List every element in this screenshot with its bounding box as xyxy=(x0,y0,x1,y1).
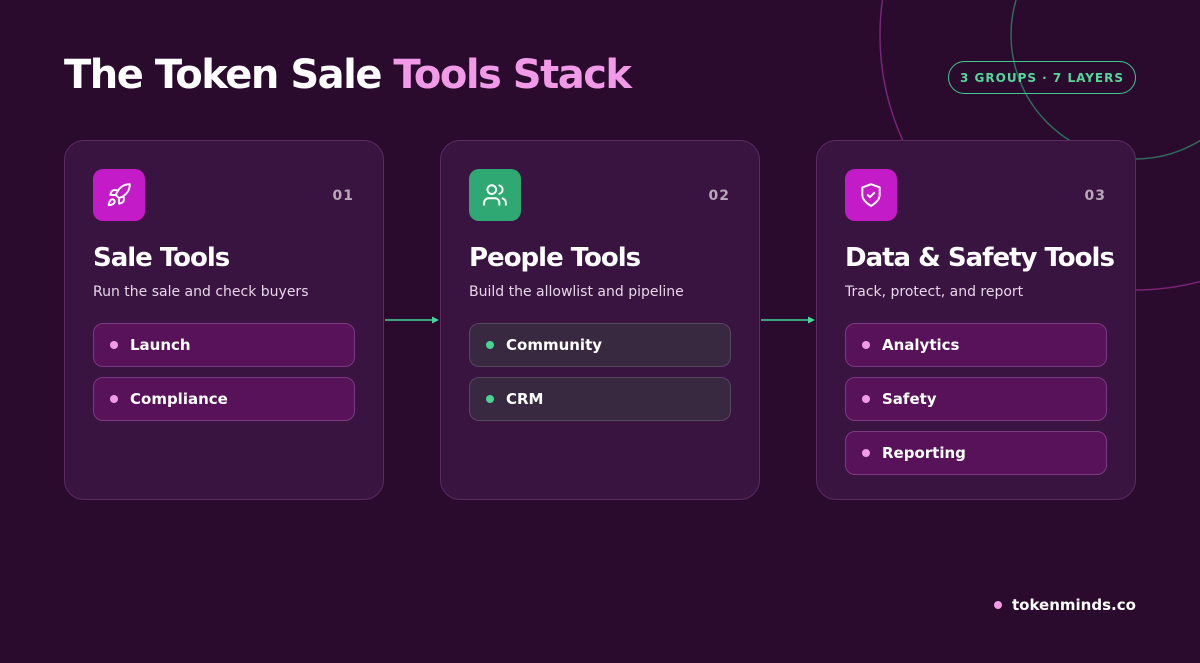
card-people-tools: 02 People Tools Build the allowlist and … xyxy=(440,140,760,500)
layer-item-crm: CRM xyxy=(469,377,731,421)
title-main: The Token Sale xyxy=(64,52,382,98)
layer-label: CRM xyxy=(506,390,544,408)
card-number: 02 xyxy=(708,188,730,204)
layer-label: Analytics xyxy=(882,336,960,354)
card-subtitle: Track, protect, and report xyxy=(845,284,1024,300)
bullet-dot xyxy=(862,449,870,457)
arrow-right-icon xyxy=(385,316,439,324)
layer-item-launch: Launch xyxy=(93,323,355,367)
page-title: The Token Sale Tools Stack xyxy=(64,52,632,98)
bullet-dot xyxy=(862,395,870,403)
layer-label: Community xyxy=(506,336,603,354)
groups-layers-badge: 3 GROUPS · 7 LAYERS xyxy=(948,61,1136,94)
rocket-icon xyxy=(93,169,145,221)
card-data-safety-tools: 03 Data & Safety Tools Track, protect, a… xyxy=(816,140,1136,500)
shield-check-icon xyxy=(845,169,897,221)
layer-label: Compliance xyxy=(130,390,228,408)
bullet-dot xyxy=(486,395,494,403)
layer-label: Launch xyxy=(130,336,191,354)
bullet-dot xyxy=(110,341,118,349)
users-icon xyxy=(469,169,521,221)
layer-label: Reporting xyxy=(882,444,966,462)
layer-item-compliance: Compliance xyxy=(93,377,355,421)
card-number: 01 xyxy=(332,188,354,204)
card-subtitle: Run the sale and check buyers xyxy=(93,284,309,300)
layer-label: Safety xyxy=(882,390,937,408)
layer-item-safety: Safety xyxy=(845,377,1107,421)
bullet-dot xyxy=(862,341,870,349)
footer-brand: tokenminds.co xyxy=(994,596,1136,614)
card-sale-tools: 01 Sale Tools Run the sale and check buy… xyxy=(64,140,384,500)
layer-item-reporting: Reporting xyxy=(845,431,1107,475)
layer-item-analytics: Analytics xyxy=(845,323,1107,367)
bullet-dot xyxy=(486,341,494,349)
card-title: Data & Safety Tools xyxy=(845,243,1115,273)
card-subtitle: Build the allowlist and pipeline xyxy=(469,284,684,300)
layer-item-community: Community xyxy=(469,323,731,367)
brand-dot xyxy=(994,601,1002,609)
card-title: Sale Tools xyxy=(93,243,230,273)
title-accent: Tools Stack xyxy=(393,52,632,98)
card-number: 03 xyxy=(1084,188,1106,204)
bullet-dot xyxy=(110,395,118,403)
card-title: People Tools xyxy=(469,243,641,273)
arrow-right-icon xyxy=(761,316,815,324)
brand-text: tokenminds.co xyxy=(1012,596,1136,614)
